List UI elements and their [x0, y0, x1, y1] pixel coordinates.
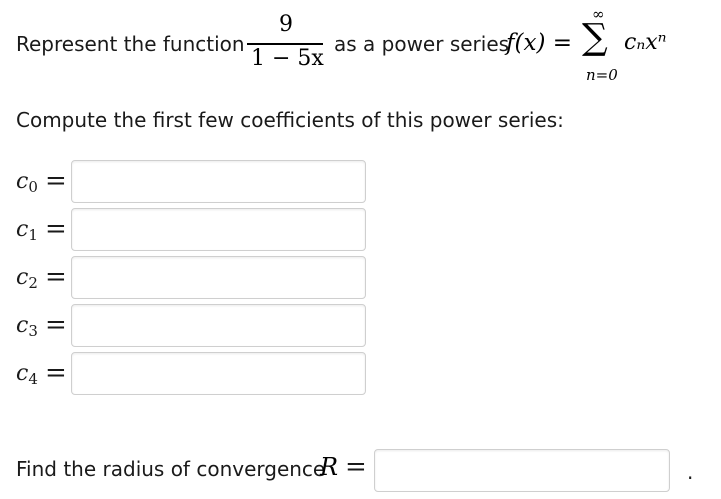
- equals-sign: =: [45, 262, 67, 292]
- series-lhs: f(x) =: [506, 30, 573, 56]
- coefficient-label-c0: c0: [16, 169, 38, 196]
- c4-answer-input[interactable]: [71, 352, 366, 395]
- equals-sign: =: [45, 166, 67, 196]
- radius-instruction: Find the radius of convergence: [16, 457, 326, 481]
- equals-sign: =: [45, 310, 67, 340]
- radius-equals-sign: =: [345, 452, 367, 482]
- fraction-numerator: 9: [279, 12, 293, 37]
- intro-text: Represent the function: [16, 32, 245, 56]
- c1-answer-input[interactable]: [71, 208, 366, 251]
- radius-symbol: R: [320, 453, 339, 481]
- c3-answer-input[interactable]: [71, 304, 366, 347]
- equals-sign: =: [45, 214, 67, 244]
- trailing-period: .: [687, 460, 694, 484]
- series-term: cₙxⁿ: [624, 30, 667, 55]
- c0-answer-input[interactable]: [71, 160, 366, 203]
- coefficient-label-c1: c1: [16, 217, 38, 244]
- fraction-bar: [247, 43, 323, 45]
- sigma-symbol: ∑: [582, 17, 608, 58]
- sigma-lower-limit: n=0: [586, 66, 618, 84]
- coefficient-label-c4: c4: [16, 361, 38, 388]
- coefficient-label-c3: c3: [16, 313, 38, 340]
- compute-instruction: Compute the first few coefficients of th…: [16, 108, 564, 132]
- radius-answer-input[interactable]: [374, 449, 670, 492]
- coefficient-label-c2: c2: [16, 265, 38, 292]
- equals-sign: =: [45, 358, 67, 388]
- mid-text: as a power series: [334, 32, 510, 56]
- fraction-denominator: 1 − 5x: [251, 46, 324, 71]
- c2-answer-input[interactable]: [71, 256, 366, 299]
